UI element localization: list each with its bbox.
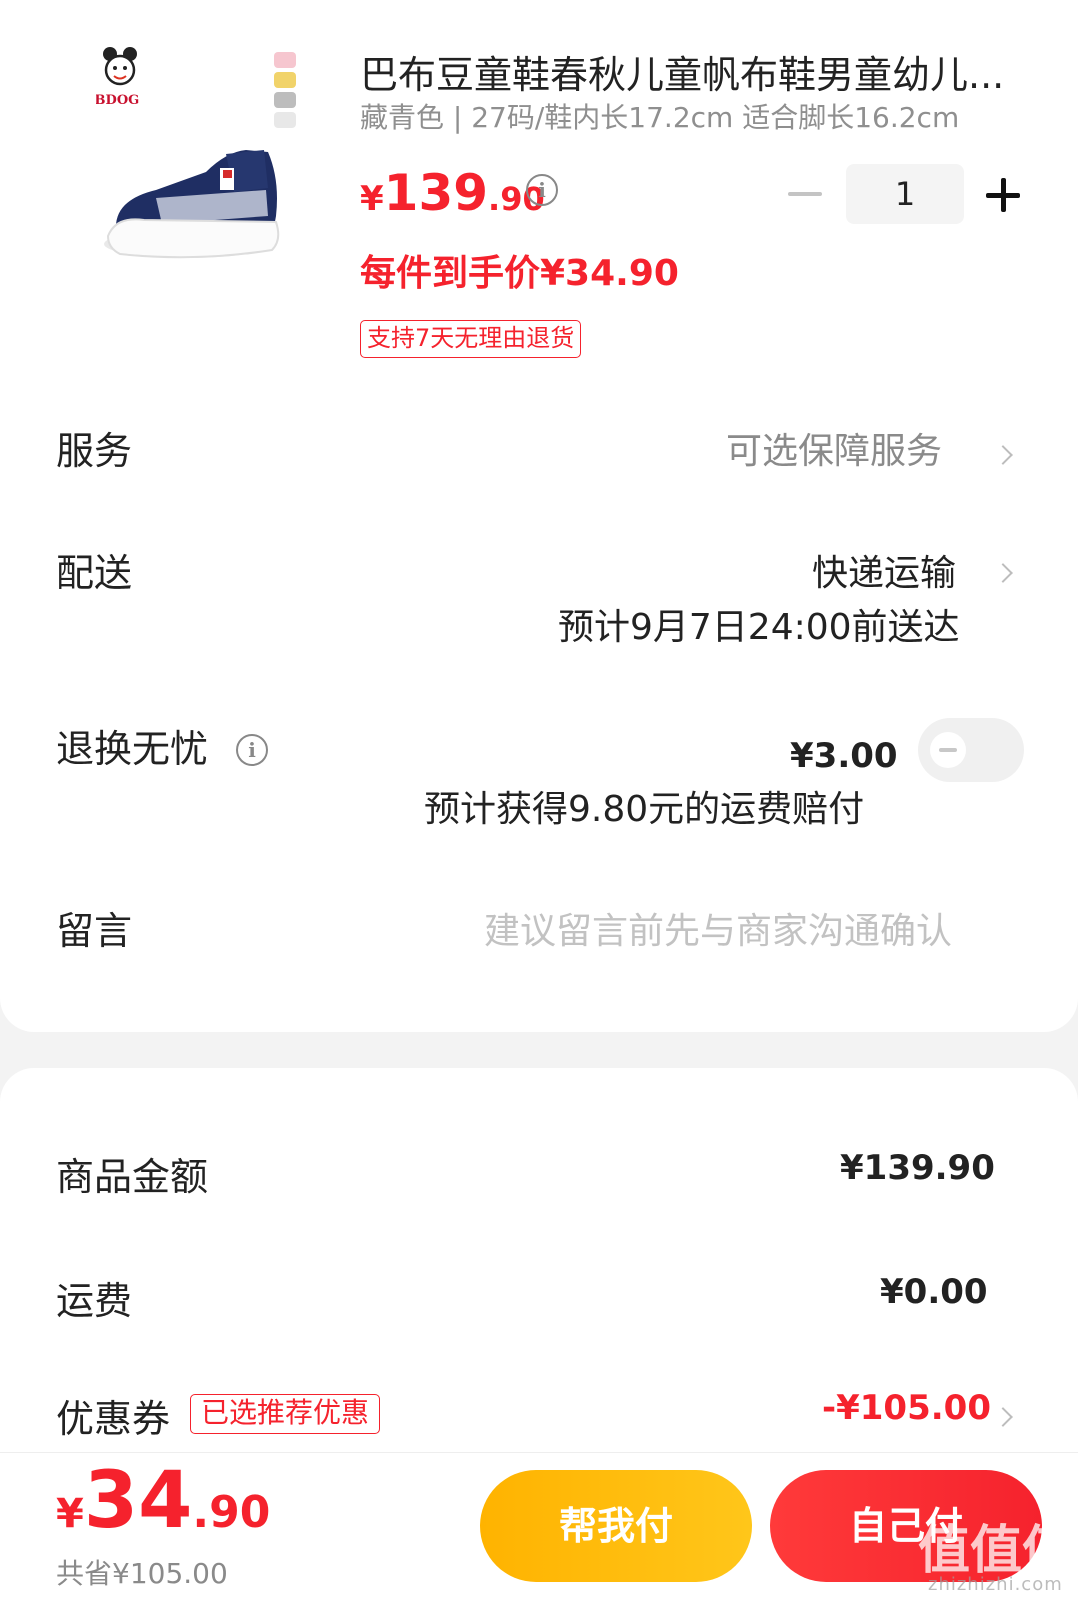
delivery-eta: 预计9月7日24:00前送达 [558, 607, 960, 648]
watermark-url: zhizhizhi.com [928, 1574, 1063, 1595]
service-value[interactable]: 可选保障服务 [726, 422, 942, 474]
quantity-increase-button[interactable] [986, 178, 1020, 212]
toggle-knob [930, 732, 966, 768]
total-decimal: .90 [192, 1487, 271, 1538]
delivery-label: 配送 [56, 551, 133, 595]
shipping-value: ¥0.00 [880, 1272, 988, 1312]
quantity-decrease-button[interactable] [788, 178, 822, 208]
per-item-price: 每件到手价¥34.90 [360, 253, 679, 294]
worry-free-info-icon[interactable]: i [236, 734, 268, 766]
price-integer: 139 [383, 164, 489, 222]
worry-free-label: 退换无忧 [56, 727, 209, 771]
worry-free-price: ¥3.00 [790, 736, 898, 776]
total-price: ¥34.90 [56, 1462, 270, 1540]
shipping-label: 运费 [56, 1279, 133, 1323]
delivery-value[interactable]: 快递运输 [812, 544, 956, 596]
price-currency: ¥ [360, 179, 384, 219]
service-label: 服务 [56, 429, 133, 473]
total-integer: 34 [83, 1456, 193, 1546]
message-input[interactable]: 建议留言前先与商家沟通确认 [484, 902, 952, 954]
product-title[interactable]: 巴布豆童鞋春秋儿童帆布鞋男童幼儿... [360, 44, 1020, 99]
coupon-label: 优惠券 [56, 1397, 171, 1441]
worry-free-toggle[interactable] [918, 718, 1024, 782]
return-policy-tag: 支持7天无理由退货 [360, 320, 582, 358]
product-image[interactable]: BOBDOG [72, 40, 322, 276]
goods-amount-label: 商品金额 [56, 1155, 209, 1199]
worry-free-note: 预计获得9.80元的运费赔付 [424, 789, 865, 830]
goods-amount-value: ¥139.90 [840, 1148, 995, 1188]
coupon-value[interactable]: -¥105.00 [822, 1388, 991, 1428]
coupon-tag[interactable]: 已选推荐优惠 [190, 1394, 381, 1434]
watermark: 值值值 [918, 1521, 1075, 1581]
product-sku[interactable]: 藏青色 | 27码/鞋内长17.2cm 适合脚长16.2cm [360, 96, 959, 136]
saved-amount: 共省¥105.00 [56, 1557, 228, 1590]
help-pay-button[interactable]: 帮我付 [480, 1470, 752, 1582]
message-label: 留言 [56, 909, 133, 953]
product-price: ¥139.90 [360, 168, 545, 218]
quantity-input[interactable]: 1 [846, 164, 964, 224]
brand-logo-text: BOBDOG [96, 93, 139, 108]
price-info-icon[interactable]: i [526, 174, 558, 206]
total-currency: ¥ [56, 1491, 84, 1537]
